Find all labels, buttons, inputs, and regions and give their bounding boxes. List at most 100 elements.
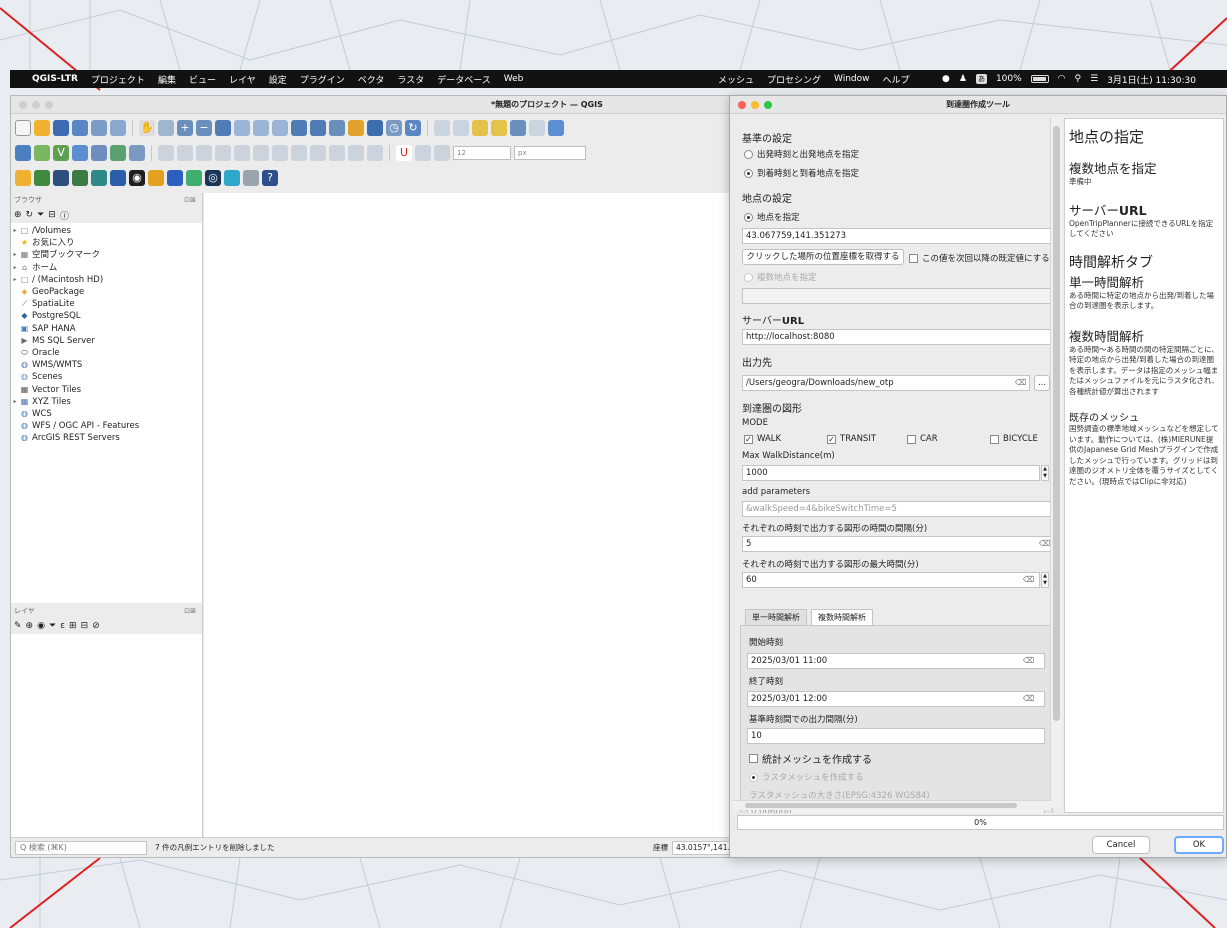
select-by-value-icon[interactable] (453, 120, 469, 136)
copy-features-icon[interactable] (310, 145, 326, 161)
filter-legend-icon[interactable]: ⏷ (49, 621, 56, 631)
radio-multi-point[interactable]: 複数地点を指定 (744, 271, 817, 283)
identify-icon[interactable] (510, 120, 526, 136)
redo-icon[interactable] (367, 145, 383, 161)
refresh-browser-icon[interactable]: ↻ (26, 210, 34, 220)
browser-item[interactable]: ▸ □/Volumes (11, 225, 202, 237)
browser-item[interactable]: ◆ PostgreSQL (11, 310, 202, 322)
browse-output-button[interactable]: ... (1034, 375, 1050, 391)
style-manager-icon[interactable] (110, 120, 126, 136)
add-selected-icon[interactable]: ⊕ (14, 210, 22, 220)
zoom-selection-icon[interactable] (234, 120, 250, 136)
properties-info-icon[interactable]: ⓘ (60, 209, 69, 222)
filter-expression-icon[interactable]: ε (60, 621, 65, 631)
deselect-icon[interactable] (472, 120, 488, 136)
quickmap-plugin-icon[interactable] (243, 170, 259, 186)
menu-plugins[interactable]: プラグイン (300, 73, 345, 86)
delete-selected-icon[interactable] (272, 145, 288, 161)
font-size-field[interactable]: 12 (453, 146, 511, 160)
dock-controls-icon[interactable]: ⊡⊠ (184, 604, 196, 618)
menu-web[interactable]: Web (504, 74, 524, 84)
filter-icon[interactable]: ⏷ (37, 210, 44, 220)
layer-style-icon[interactable]: ✎ (14, 621, 22, 631)
browser-item[interactable]: ◍ Scenes (11, 371, 202, 383)
radio-arrival[interactable]: 到着時刻と到着地点を指定 (744, 167, 859, 179)
clear-end-icon[interactable]: ⌫ (1023, 694, 1034, 703)
bookmark-new-icon[interactable] (348, 120, 364, 136)
select-features-icon[interactable] (434, 120, 450, 136)
menu-help[interactable]: ヘルプ (883, 73, 910, 86)
browser-item[interactable]: ▸ ⌂ ホーム (11, 262, 202, 274)
zoom-in-icon[interactable]: + (177, 120, 193, 136)
zoom-layer-icon[interactable] (253, 120, 269, 136)
unit-select[interactable]: px (514, 146, 586, 160)
browser-item[interactable]: ▦ Vector Tiles (11, 383, 202, 395)
save-project-icon[interactable] (53, 120, 69, 136)
menu-processing[interactable]: プロセシング (767, 73, 821, 86)
save-as-icon[interactable] (72, 120, 88, 136)
battery-icon[interactable] (1030, 75, 1049, 83)
clear-output-icon[interactable]: ⌫ (1015, 378, 1026, 387)
vs-plugin-icon[interactable] (72, 170, 88, 186)
menu-view[interactable]: ビュー (189, 73, 216, 86)
zoom-dot-icon[interactable] (45, 101, 53, 109)
add-delimited-text-icon[interactable] (110, 145, 126, 161)
menu-database[interactable]: データベース (437, 73, 491, 86)
reachability-plugin-icon[interactable]: ◎ (205, 170, 221, 186)
clear-start-icon[interactable]: ⌫ (1023, 656, 1034, 665)
python-console-icon[interactable] (15, 170, 31, 186)
save-default-checkbox[interactable]: この値を次回以降の既定値にする (909, 252, 1050, 264)
browser-item[interactable]: ▸ ▦ 空間ブックマーク (11, 249, 202, 261)
clear-max-time-icon[interactable]: ⌫ (1023, 575, 1034, 584)
radio-point[interactable]: 地点を指定 (744, 211, 800, 223)
expand-arrow-icon[interactable]: ▸ (11, 274, 19, 286)
stats-mesh-checkbox[interactable]: 統計メッシュを作成する (749, 751, 872, 766)
new-project-icon[interactable] (15, 120, 31, 136)
mesh-plugin-icon[interactable] (91, 170, 107, 186)
menu-raster[interactable]: ラスタ (397, 73, 424, 86)
walk-distance-stepper[interactable]: ▲ ▼ (1041, 465, 1049, 481)
form-horizontal-scrollbar[interactable] (733, 800, 1051, 810)
menu-mesh[interactable]: メッシュ (718, 73, 754, 86)
walk-distance-input[interactable]: 1000 (742, 465, 1040, 481)
grid-plugin-icon[interactable] (53, 170, 69, 186)
pan-to-selection-icon[interactable] (158, 120, 174, 136)
new-map-view-icon[interactable] (329, 120, 345, 136)
browser-item[interactable]: ⬭ Oracle (11, 347, 202, 359)
wifi-icon[interactable]: ◠ (1058, 74, 1066, 84)
interval-input[interactable]: 5 (742, 536, 1051, 552)
xml-plugin-icon[interactable] (110, 170, 126, 186)
plugin-map-icon[interactable] (34, 170, 50, 186)
dock-controls-icon[interactable]: ⊡⊠ (184, 193, 196, 207)
expand-arrow-icon[interactable]: ▸ (11, 262, 19, 274)
menu-app[interactable]: QGIS-LTR (32, 74, 78, 84)
minimize-dot-icon[interactable] (751, 101, 759, 109)
get-coordinates-button[interactable]: クリックした場所の位置座標を取得する (742, 249, 904, 265)
browser-item[interactable]: ◈ GeoPackage (11, 286, 202, 298)
browser-item[interactable]: ▸ ▦ XYZ Tiles (11, 396, 202, 408)
show-bookmarks-icon[interactable] (367, 120, 383, 136)
cancel-button[interactable]: Cancel (1092, 836, 1150, 854)
save-edits-icon[interactable] (196, 145, 212, 161)
tab-single-time[interactable]: 単一時間解析 (745, 609, 807, 626)
layers-plugin-icon[interactable] (148, 170, 164, 186)
ime-indicator[interactable]: あ (975, 74, 987, 84)
radio-departure[interactable]: 出発時刻と出発地点を指定 (744, 148, 859, 160)
navigate-plugin-icon[interactable] (167, 170, 183, 186)
snapping-magnet-icon[interactable]: U (396, 145, 412, 161)
mode-transit-checkbox[interactable]: ✓ TRANSIT (827, 434, 876, 444)
menu-project[interactable]: プロジェクト (91, 73, 145, 86)
max-time-input[interactable]: 60 (742, 572, 1040, 588)
edit-pencil-icon[interactable] (158, 145, 174, 161)
clock[interactable]: 3月1日(土) 11:30:30 (1107, 73, 1196, 86)
measure-icon[interactable] (529, 120, 545, 136)
scrollbar-thumb[interactable] (745, 803, 1017, 808)
ok-button[interactable]: OK (1174, 836, 1224, 854)
dialog-window-controls[interactable] (738, 101, 772, 109)
processing-toolbox-icon[interactable] (548, 120, 564, 136)
close-dot-icon[interactable] (738, 101, 746, 109)
browser-item[interactable]: ◍ WMS/WMTS (11, 359, 202, 371)
add-raster-icon[interactable] (72, 145, 88, 161)
point-coordinate-input[interactable]: 43.067759,141.351273 (742, 228, 1051, 244)
data-source-manager-icon[interactable] (15, 145, 31, 161)
